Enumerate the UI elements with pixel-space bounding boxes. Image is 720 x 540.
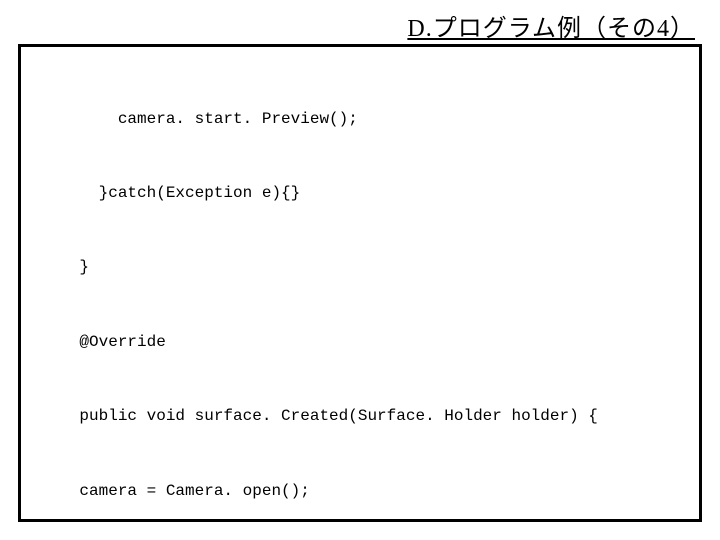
code-line: @Override [41, 330, 679, 355]
code-line: } [41, 255, 679, 280]
code-line: public void surface. Created(Surface. Ho… [41, 404, 679, 429]
code-line: }catch(Exception e){} [41, 181, 679, 206]
slide-title: D.プログラム例（その4） [407, 8, 695, 43]
code-line: camera = Camera. open(); [41, 479, 679, 504]
code-block: camera. start. Preview(); }catch(Excepti… [18, 44, 702, 522]
code-line: camera. start. Preview(); [41, 107, 679, 132]
